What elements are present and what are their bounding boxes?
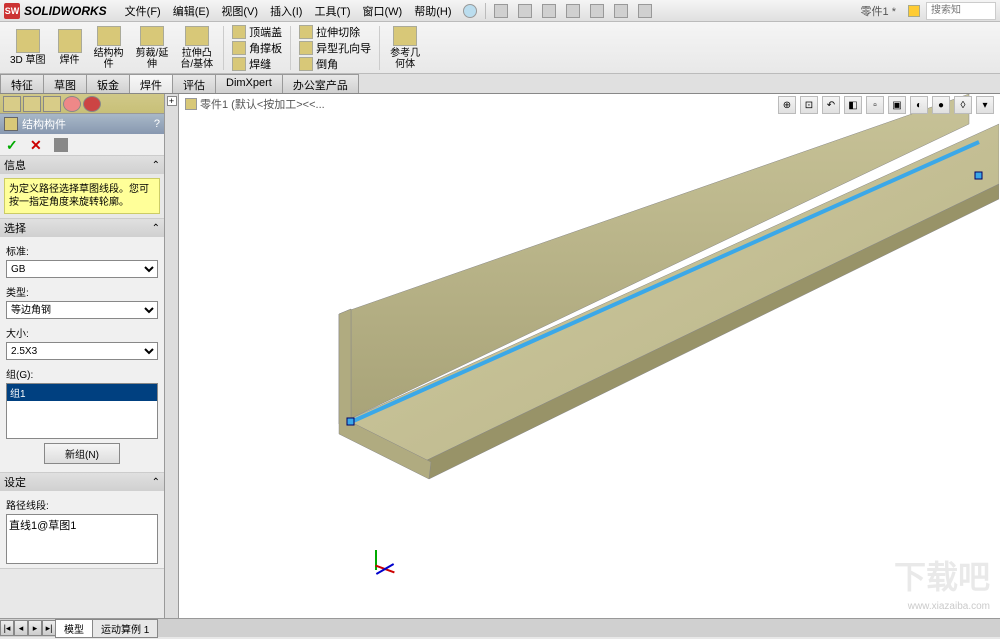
structural-member-icon	[4, 117, 18, 131]
size-select[interactable]: 2.5X3	[6, 342, 158, 360]
tree-expand-icon[interactable]: +	[167, 96, 177, 106]
ribbon-weldment[interactable]: 焊件	[52, 24, 88, 72]
standard-select[interactable]: GB	[6, 260, 158, 278]
tab-sketch[interactable]: 草图	[43, 74, 87, 93]
chevron-up-icon: ⌃	[152, 477, 160, 488]
ribbon-trim[interactable]: 剪裁/延 伸	[130, 24, 175, 72]
new-group-button[interactable]: 新组(N)	[44, 443, 120, 464]
tab-nav-last-icon[interactable]: ▸|	[42, 620, 56, 636]
tab-dimxpert[interactable]: DimXpert	[215, 74, 283, 93]
panel-tab-dimxpert-icon[interactable]	[63, 96, 81, 112]
new-icon[interactable]	[490, 2, 512, 20]
menu-tools[interactable]: 工具(T)	[308, 1, 356, 21]
cancel-button[interactable]: ✕	[30, 137, 46, 153]
standard-label: 标准:	[6, 243, 158, 258]
menu-edit[interactable]: 编辑(E)	[167, 1, 216, 21]
zoom-area-icon[interactable]: ⊡	[800, 96, 818, 114]
tab-weldments[interactable]: 焊件	[129, 74, 173, 93]
tab-features[interactable]: 特征	[0, 74, 44, 93]
view-settings-icon[interactable]: ▾	[976, 96, 994, 114]
document-name: 零件1 *	[853, 1, 904, 21]
section-settings-header[interactable]: 设定⌃	[0, 473, 164, 491]
ribbon-gusset[interactable]: 角撑板	[228, 40, 286, 56]
info-message: 为定义路径选择草图线段。您可按一指定角度来旋转轮廓。	[4, 178, 160, 214]
tab-office[interactable]: 办公室产品	[282, 74, 359, 93]
ok-button[interactable]: ✓	[6, 137, 22, 153]
chevron-up-icon: ⌃	[152, 223, 160, 234]
options-icon[interactable]	[634, 2, 656, 20]
pm-title: 结构构件	[22, 116, 66, 132]
ribbon-reference-geometry[interactable]: 参考几 何体	[384, 24, 426, 72]
ribbon-structural-member[interactable]: 结构构 件	[88, 24, 130, 72]
prev-view-icon[interactable]: ↶	[822, 96, 840, 114]
graphics-viewport[interactable]: 零件1 (默认<按加工><<... ⊕ ⊡ ↶ ◧ ▫ ▣ ◐ ● ◊ ▾	[179, 94, 1000, 618]
tab-nav-first-icon[interactable]: |◂	[0, 620, 14, 636]
app-logo-icon: SW	[4, 3, 20, 19]
type-label: 类型:	[6, 284, 158, 299]
panel-tab-config-icon[interactable]	[43, 96, 61, 112]
undo-icon[interactable]	[586, 2, 608, 20]
scene-icon[interactable]: ◊	[954, 96, 972, 114]
bottom-tab-model[interactable]: 模型	[55, 619, 93, 638]
panel-tab-display-icon[interactable]	[83, 96, 101, 112]
search-icon[interactable]	[908, 5, 920, 17]
help-icon[interactable]	[459, 2, 481, 20]
rebuild-icon[interactable]	[610, 2, 632, 20]
ribbon-end-cap[interactable]: 顶端盖	[228, 24, 286, 40]
ribbon-weld-bead[interactable]: 焊缝	[228, 56, 286, 72]
tab-nav-next-icon[interactable]: ▸	[28, 620, 42, 636]
zoom-fit-icon[interactable]: ⊕	[778, 96, 796, 114]
tab-nav-prev-icon[interactable]: ◂	[14, 620, 28, 636]
print-icon[interactable]	[562, 2, 584, 20]
chevron-up-icon: ⌃	[152, 160, 160, 171]
group-item[interactable]: 组1	[7, 384, 157, 401]
app-brand: SOLIDWORKS	[24, 4, 107, 18]
display-style-icon[interactable]: ▣	[888, 96, 906, 114]
hide-show-icon[interactable]: ◐	[910, 96, 928, 114]
open-icon[interactable]	[514, 2, 536, 20]
tab-sheet-metal[interactable]: 钣金	[86, 74, 130, 93]
menu-file[interactable]: 文件(F)	[119, 1, 167, 21]
menu-help[interactable]: 帮助(H)	[408, 1, 457, 21]
part-geometry	[179, 94, 999, 614]
bottom-tab-motion[interactable]: 运动算例 1	[92, 619, 158, 638]
orientation-triad[interactable]	[367, 548, 397, 578]
ribbon-3d-sketch[interactable]: 3D 草图	[4, 24, 52, 72]
menu-window[interactable]: 窗口(W)	[357, 1, 409, 21]
menu-view[interactable]: 视图(V)	[215, 1, 264, 21]
section-view-icon[interactable]: ◧	[844, 96, 862, 114]
appearance-icon[interactable]: ●	[932, 96, 950, 114]
save-icon[interactable]	[538, 2, 560, 20]
tab-evaluate[interactable]: 评估	[172, 74, 216, 93]
view-orientation-icon[interactable]: ▫	[866, 96, 884, 114]
group-label: 组(G):	[6, 366, 158, 381]
pm-title-bar: 结构构件 ?	[0, 114, 164, 134]
panel-tab-property-icon[interactable]	[23, 96, 41, 112]
ribbon-extrude[interactable]: 拉伸凸 台/基体	[174, 24, 219, 72]
menu-insert[interactable]: 插入(I)	[264, 1, 308, 21]
pushpin-icon[interactable]	[54, 138, 68, 152]
panel-tab-feature-tree-icon[interactable]	[3, 96, 21, 112]
pm-help-icon[interactable]: ?	[154, 118, 160, 130]
pathseg-listbox[interactable]: 直线1@草图1	[6, 514, 158, 564]
section-info-header[interactable]: 信息⌃	[0, 156, 164, 174]
type-select[interactable]: 等边角钢	[6, 301, 158, 319]
pathseg-label: 路径线段:	[6, 497, 158, 512]
search-input[interactable]	[926, 2, 996, 20]
ribbon-extruded-cut[interactable]: 拉伸切除	[295, 24, 375, 40]
size-label: 大小:	[6, 325, 158, 340]
ribbon-hole-wizard[interactable]: 异型孔向导	[295, 40, 375, 56]
group-listbox[interactable]: 组1	[6, 383, 158, 439]
ribbon-chamfer[interactable]: 倒角	[295, 56, 375, 72]
section-select-header[interactable]: 选择⌃	[0, 219, 164, 237]
